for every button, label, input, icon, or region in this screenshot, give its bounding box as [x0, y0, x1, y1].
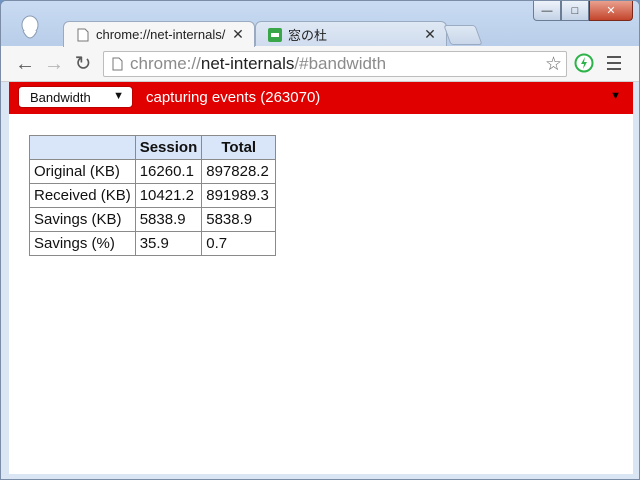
url-text: chrome://net-internals/#bandwidth: [130, 54, 386, 74]
session-value: 35.9: [134, 231, 203, 256]
status-bar: Bandwidth ▼ capturing events (263070) ▼: [9, 82, 633, 114]
total-value: 897828.2: [201, 159, 277, 184]
reload-icon[interactable]: ↻: [73, 54, 93, 74]
tab-title: 窓の杜: [288, 28, 328, 43]
header-cell: Session: [134, 135, 203, 160]
bookmark-star-icon[interactable]: ☆: [545, 53, 562, 76]
close-button[interactable]: ✕: [589, 1, 633, 21]
forward-icon[interactable]: →: [44, 54, 64, 74]
page-icon: [112, 57, 123, 71]
tab-close-icon[interactable]: ✕: [230, 26, 246, 43]
profile-icon[interactable]: [19, 15, 41, 43]
page-content: Bandwidth ▼ capturing events (263070) ▼ …: [9, 82, 633, 474]
site-favicon-icon: [268, 27, 282, 42]
maximize-button[interactable]: □: [561, 1, 589, 21]
table-row: Savings (%) 35.9 0.7: [29, 231, 277, 256]
toolbar: ← → ↻ chrome://net-internals/#bandwidth …: [1, 46, 639, 82]
url-scheme: chrome://: [130, 54, 201, 73]
capture-status: capturing events (263070): [146, 89, 321, 106]
title-bar: chrome://net-internals/ ✕ 窓の杜 ✕ — □ ✕: [1, 1, 639, 47]
row-label: Savings (KB): [29, 207, 136, 232]
row-label: Savings (%): [29, 231, 136, 256]
new-tab-button[interactable]: [443, 25, 483, 45]
table-header-row: Session Total: [29, 135, 277, 160]
header-cell: Total: [201, 135, 277, 160]
menu-icon[interactable]: [607, 56, 621, 70]
session-value: 10421.2: [134, 183, 203, 208]
row-label: Original (KB): [29, 159, 136, 184]
address-bar[interactable]: chrome://net-internals/#bandwidth ☆: [103, 51, 567, 77]
chevron-down-icon: ▼: [113, 90, 124, 102]
window-controls: — □ ✕: [533, 1, 633, 21]
session-value: 5838.9: [134, 207, 203, 232]
total-value: 891989.3: [201, 183, 277, 208]
url-host: net-internals: [200, 54, 295, 73]
session-value: 16260.1: [134, 159, 203, 184]
header-cell: [29, 135, 136, 160]
tab-close-icon[interactable]: ✕: [422, 26, 438, 43]
browser-window: chrome://net-internals/ ✕ 窓の杜 ✕ — □ ✕ ← …: [0, 0, 640, 480]
view-select[interactable]: Bandwidth ▼: [18, 86, 133, 108]
back-icon[interactable]: ←: [15, 54, 35, 74]
view-select-value: Bandwidth: [30, 90, 91, 105]
table-row: Original (KB) 16260.1 897828.2: [29, 159, 277, 184]
total-value: 5838.9: [201, 207, 277, 232]
tab-madonomori[interactable]: 窓の杜 ✕: [255, 21, 447, 47]
document-icon: [77, 28, 89, 41]
url-path: /#bandwidth: [294, 54, 387, 73]
row-label: Received (KB): [29, 183, 136, 208]
tab-title: chrome://net-internals/: [96, 27, 226, 42]
tab-net-internals[interactable]: chrome://net-internals/ ✕: [63, 21, 255, 47]
extension-icon[interactable]: [574, 53, 594, 73]
total-value: 0.7: [201, 231, 277, 256]
table-row: Savings (KB) 5838.9 5838.9: [29, 207, 277, 232]
bandwidth-table: Session Total Original (KB) 16260.1 8978…: [29, 135, 277, 256]
table-row: Received (KB) 10421.2 891989.3: [29, 183, 277, 208]
status-menu-icon[interactable]: ▼: [610, 90, 621, 102]
minimize-button[interactable]: —: [533, 1, 561, 21]
